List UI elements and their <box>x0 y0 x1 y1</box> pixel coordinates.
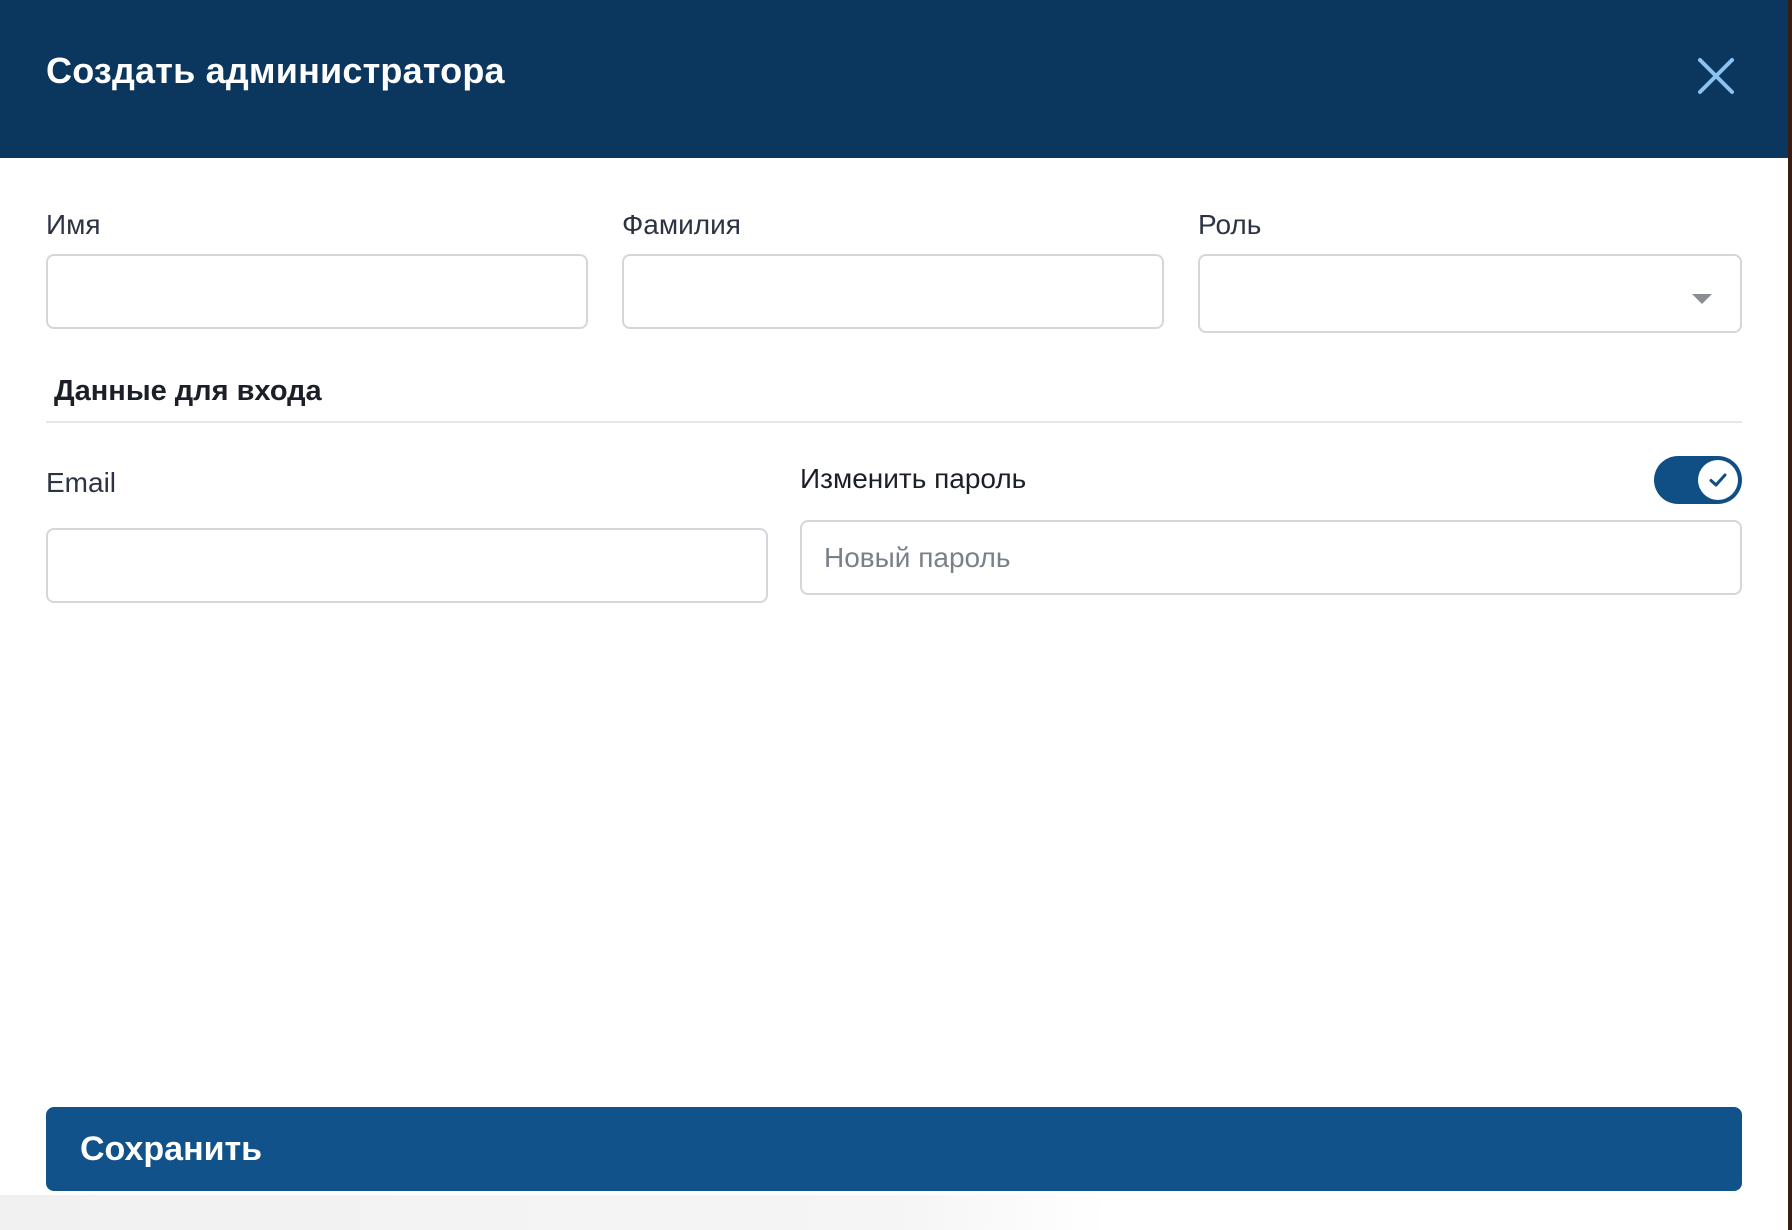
close-button[interactable] <box>1694 54 1738 98</box>
first-name-input[interactable] <box>46 254 588 329</box>
role-label: Роль <box>1198 209 1262 240</box>
email-label: Email <box>46 467 117 498</box>
last-name-input[interactable] <box>622 254 1164 329</box>
modal-title: Создать администратора <box>46 50 505 91</box>
section-divider <box>46 421 1742 423</box>
change-password-toggle[interactable] <box>1654 456 1742 504</box>
modal-header: Создать администратора <box>0 0 1788 158</box>
save-button[interactable]: Сохранить <box>46 1107 1742 1191</box>
login-section-title: Данные для входа <box>54 375 322 407</box>
first-name-label: Имя <box>46 209 101 240</box>
change-password-label: Изменить пароль <box>800 463 1027 494</box>
last-name-label: Фамилия <box>622 209 741 240</box>
toggle-knob <box>1698 460 1738 500</box>
email-input[interactable] <box>46 528 768 603</box>
bottom-shadow <box>0 1195 1788 1230</box>
new-password-input[interactable] <box>800 520 1742 595</box>
chevron-down-icon <box>1692 294 1712 304</box>
role-select[interactable] <box>1198 254 1742 333</box>
close-icon <box>1698 58 1734 94</box>
create-admin-modal: Создать администратора Имя Фамилия Роль … <box>0 0 1788 1230</box>
check-icon <box>1709 473 1727 487</box>
